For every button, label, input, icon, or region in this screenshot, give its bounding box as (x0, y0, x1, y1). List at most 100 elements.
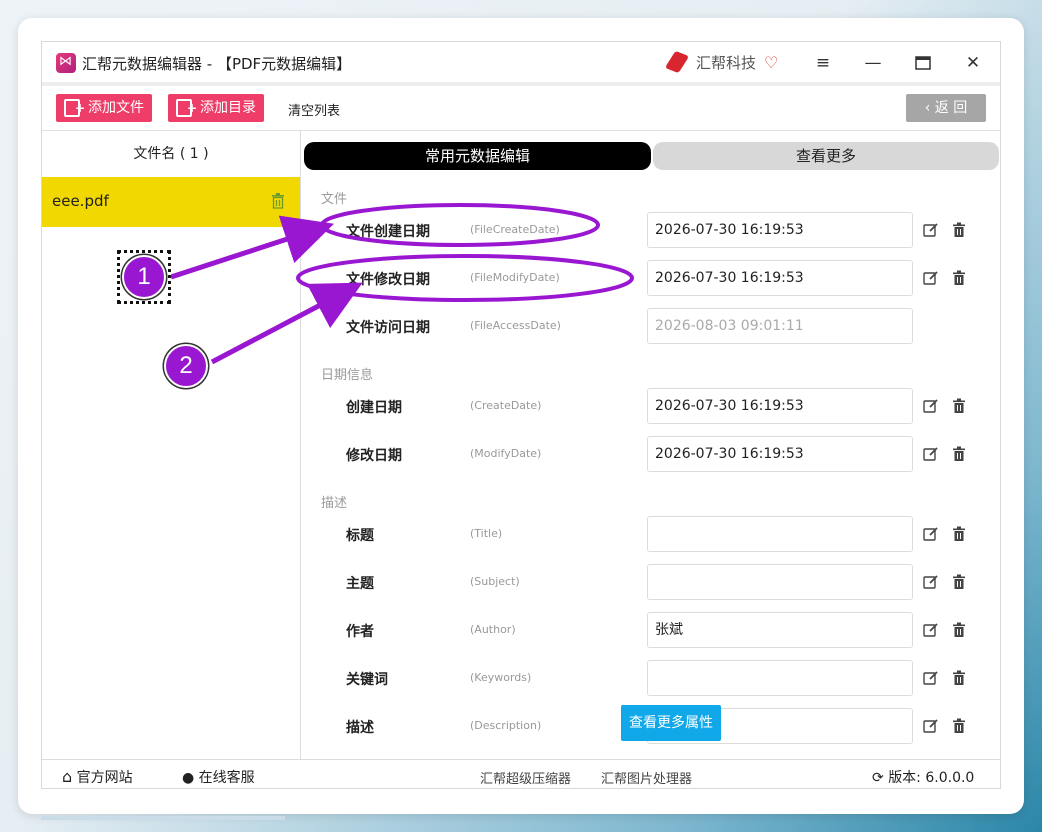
trash-icon[interactable] (951, 398, 967, 414)
title-input[interactable] (647, 516, 913, 552)
row-subject: 主题 (Subject) (304, 564, 998, 600)
file-name: eee.pdf (52, 192, 109, 210)
metadata-panel: 文件 文件创建日期 (FileCreateDate) 2026-07-30 16… (304, 182, 998, 758)
tab-view-more[interactable]: 查看更多 (653, 142, 999, 170)
row-key: (Author) (470, 623, 516, 636)
file-list-header: 文件名 ( 1 ) (133, 146, 209, 162)
back-label: 返 回 (934, 100, 968, 116)
section-description: 描述 (321, 496, 348, 511)
author-input[interactable]: 张斌 (647, 612, 913, 648)
row-modify-date: 修改日期 (ModifyDate) 2026-07-30 16:19:53 (304, 436, 998, 472)
minimize-icon[interactable]: — (860, 50, 886, 76)
add-folder-icon (176, 94, 197, 122)
keywords-input[interactable] (647, 660, 913, 696)
trash-icon[interactable] (951, 622, 967, 638)
close-icon[interactable]: ✕ (960, 50, 986, 76)
menu-icon[interactable]: ≡ (810, 50, 836, 76)
accent-strip (41, 816, 285, 820)
trash-icon[interactable] (951, 222, 967, 238)
back-button[interactable]: ‹ 返 回 (906, 94, 986, 122)
row-label: 文件访问日期 (346, 320, 430, 336)
trash-icon[interactable] (951, 574, 967, 590)
row-file-modify-date: 文件修改日期 (FileModifyDate) 2026-07-30 16:19… (304, 260, 998, 296)
compressor-link[interactable]: 汇帮超级压缩器 (480, 768, 571, 787)
website-link[interactable]: ⌂ 官方网站 (62, 767, 133, 787)
create-date-input[interactable]: 2026-07-30 16:19:53 (647, 388, 913, 424)
edit-icon[interactable] (923, 222, 939, 238)
title-bar: 汇帮元数据编辑器 - 【PDF元数据编辑】 汇帮科技 ♡ ≡ — ✕ (42, 42, 1000, 82)
brand: 汇帮科技 ♡ (666, 51, 778, 73)
version-prefix: 版本: (888, 770, 921, 786)
file-modify-date-input[interactable]: 2026-07-30 16:19:53 (647, 260, 913, 296)
refresh-icon[interactable]: ⟳ (872, 770, 884, 786)
trash-icon[interactable] (951, 270, 967, 286)
row-key: (Title) (470, 527, 503, 540)
row-label: 修改日期 (346, 448, 402, 464)
trash-icon[interactable] (951, 718, 967, 734)
file-list-item[interactable]: eee.pdf (42, 177, 300, 227)
trash-icon[interactable] (951, 446, 967, 462)
row-create-date: 创建日期 (CreateDate) 2026-07-30 16:19:53 (304, 388, 998, 424)
edit-icon[interactable] (923, 398, 939, 414)
support-label: 在线客服 (198, 770, 255, 786)
row-key: (CreateDate) (470, 399, 542, 412)
modify-date-input[interactable]: 2026-07-30 16:19:53 (647, 436, 913, 472)
add-file-icon (64, 94, 85, 122)
row-key: (FileCreateDate) (470, 223, 560, 236)
tab-common-metadata[interactable]: 常用元数据编辑 (304, 142, 651, 170)
row-keywords: 关键词 (Keywords) (304, 660, 998, 696)
section-file: 文件 (321, 192, 348, 207)
add-file-label: 添加文件 (88, 100, 144, 116)
row-key: (FileAccessDate) (470, 319, 561, 332)
row-label: 作者 (346, 624, 374, 640)
add-folder-button[interactable]: 添加目录 (168, 94, 264, 122)
row-title: 标题 (Title) (304, 516, 998, 552)
row-author: 作者 (Author) 张斌 (304, 612, 998, 648)
maximize-icon[interactable] (910, 50, 936, 76)
footer: ⌂ 官方网站 ● 在线客服 汇帮超级压缩器 汇帮图片处理器 ⟳ 版本: 6.0.… (42, 759, 1000, 789)
app-logo-icon (56, 53, 76, 73)
row-file-access-date: 文件访问日期 (FileAccessDate) 2026-08-03 09:01… (304, 308, 998, 344)
edit-icon[interactable] (923, 622, 939, 638)
row-label: 关键词 (346, 672, 388, 688)
clear-list-button[interactable]: 清空列表 (288, 100, 340, 119)
window-title: 汇帮元数据编辑器 - 【PDF元数据编辑】 (82, 55, 352, 73)
image-tool-link[interactable]: 汇帮图片处理器 (601, 768, 692, 787)
view-more-attributes-button[interactable]: 查看更多属性 (621, 705, 721, 741)
trash-icon[interactable] (951, 670, 967, 686)
home-icon: ⌂ (62, 767, 73, 786)
edit-icon[interactable] (923, 718, 939, 734)
website-label: 官方网站 (76, 770, 133, 786)
heart-icon[interactable]: ♡ (764, 53, 778, 72)
version-info: ⟳ 版本: 6.0.0.0 (872, 767, 974, 787)
add-folder-label: 添加目录 (200, 100, 256, 116)
edit-icon[interactable] (923, 270, 939, 286)
row-label: 文件修改日期 (346, 272, 430, 288)
row-key: (FileModifyDate) (470, 271, 560, 284)
row-label: 描述 (346, 720, 374, 736)
trash-icon[interactable] (951, 526, 967, 542)
app-window: 汇帮元数据编辑器 - 【PDF元数据编辑】 汇帮科技 ♡ ≡ — ✕ 添加文件 … (41, 41, 1001, 789)
subject-input[interactable] (647, 564, 913, 600)
add-file-button[interactable]: 添加文件 (56, 94, 152, 122)
file-create-date-input[interactable]: 2026-07-30 16:19:53 (647, 212, 913, 248)
row-key: (Keywords) (470, 671, 532, 684)
edit-icon[interactable] (923, 574, 939, 590)
chevron-left-icon: ‹ (924, 100, 935, 116)
support-link[interactable]: ● 在线客服 (182, 767, 255, 787)
brand-logo-icon (666, 51, 688, 73)
edit-icon[interactable] (923, 446, 939, 462)
brand-name: 汇帮科技 (696, 53, 757, 72)
row-key: (Description) (470, 719, 542, 732)
row-label: 创建日期 (346, 400, 402, 416)
row-label: 文件创建日期 (346, 224, 430, 240)
row-label: 主题 (346, 576, 374, 592)
row-key: (ModifyDate) (470, 447, 542, 460)
edit-icon[interactable] (923, 526, 939, 542)
annotation-badge-2: 2 (164, 344, 208, 388)
version-number: 6.0.0.0 (925, 770, 975, 786)
trash-icon[interactable] (271, 193, 285, 209)
file-list-panel: 文件名 ( 1 ) eee.pdf (42, 131, 301, 759)
row-label: 标题 (346, 528, 374, 544)
edit-icon[interactable] (923, 670, 939, 686)
